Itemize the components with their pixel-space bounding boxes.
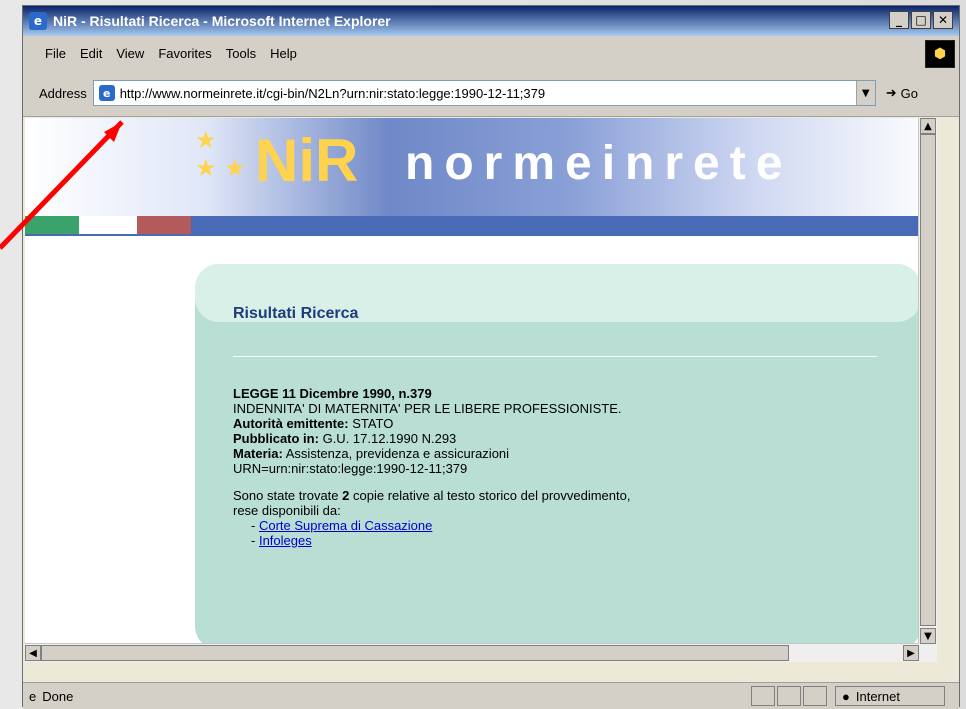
address-dropdown-button[interactable]: ▼ — [855, 81, 875, 105]
scroll-left-button[interactable]: ◀ — [25, 645, 41, 661]
menu-view[interactable]: View — [116, 46, 144, 61]
document-details: LEGGE 11 Dicembre 1990, n.379 INDENNITA'… — [233, 386, 630, 548]
flag-red — [137, 216, 191, 234]
vertical-scrollbar[interactable]: ▲ ▼ — [918, 118, 937, 662]
page-content: ★ ★ ★ NiR normeinrete Risultati Ricerca L… — [25, 118, 937, 662]
authority-row: Autorità emittente: STATO — [233, 416, 630, 431]
status-bar: e Done ● Internet — [23, 682, 959, 709]
ie-icon: e — [29, 12, 47, 30]
link-row: - Infoleges — [251, 533, 312, 548]
subject-label: Materia: — [233, 446, 283, 461]
browser-window: e NiR - Risultati Ricerca - Microsoft In… — [22, 5, 960, 709]
doc-title: LEGGE 11 Dicembre 1990, n.379 — [233, 386, 432, 401]
results-card: Risultati Ricerca LEGGE 11 Dicembre 1990… — [195, 264, 921, 650]
found-row: Sono state trovate 2 copie relative al t… — [233, 488, 630, 503]
vertical-scroll-thumb[interactable] — [920, 134, 936, 626]
address-input[interactable]: e http://www.normeinrete.it/cgi-bin/N2Ln… — [92, 80, 876, 106]
found-count: 2 — [342, 488, 350, 503]
urn: URN=urn:nir:stato:legge:1990-12-11;379 — [233, 461, 468, 476]
results-title: Risultati Ricerca — [233, 305, 359, 322]
maximize-button[interactable]: □ — [911, 11, 931, 29]
menu-tools[interactable]: Tools — [226, 46, 256, 61]
flag-green — [25, 216, 79, 234]
globe-icon: ● — [842, 688, 850, 704]
status-panes — [751, 686, 827, 706]
status-left: e Done — [29, 689, 73, 704]
menu-help[interactable]: Help — [270, 46, 297, 61]
divider — [233, 356, 877, 357]
window-controls: _ □ ✕ — [889, 11, 953, 29]
eu-stars-icon: ★ ★ ★ — [195, 126, 246, 182]
subject-value: Assistenza, previdenza e assicurazioni — [285, 446, 510, 461]
published-label: Pubblicato in: — [233, 431, 319, 446]
site-banner: ★ ★ ★ NiR normeinrete — [25, 118, 937, 236]
nir-logo: NiR — [255, 127, 359, 194]
security-zone: ● Internet — [835, 686, 945, 706]
menu-favorites[interactable]: Favorites — [158, 46, 211, 61]
normeinrete-logo-text: normeinrete — [405, 137, 793, 190]
doc-subtitle: INDENNITA' DI MATERNITA' PER LE LIBERE P… — [233, 401, 622, 416]
link-corte-suprema[interactable]: Corte Suprema di Cassazione — [259, 518, 432, 533]
horizontal-scroll-thumb[interactable] — [41, 645, 789, 661]
link-infoleges[interactable]: Infoleges — [259, 533, 312, 548]
found-text-1: Sono state trovate — [233, 488, 339, 503]
available-text: rese disponibili da: — [233, 503, 341, 518]
title-bar: e NiR - Risultati Ricerca - Microsoft In… — [23, 6, 959, 36]
minimize-button[interactable]: _ — [889, 11, 909, 29]
close-button[interactable]: ✕ — [933, 11, 953, 29]
status-pane — [803, 686, 827, 706]
window-title: NiR - Risultati Ricerca - Microsoft Inte… — [53, 13, 391, 29]
published-value: G.U. 17.12.1990 N.293 — [322, 431, 457, 446]
link-row: - Corte Suprema di Cassazione — [251, 518, 433, 533]
results-links: - Corte Suprema di Cassazione - Infolege… — [251, 518, 630, 548]
flag-white — [79, 216, 137, 234]
authority-value: STATO — [352, 416, 394, 431]
go-button[interactable]: ➜ Go — [886, 85, 918, 101]
scroll-down-button[interactable]: ▼ — [920, 628, 936, 644]
horizontal-scrollbar[interactable]: ◀ ▶ — [25, 643, 919, 662]
found-text-2: copie relative al testo storico del prov… — [353, 488, 631, 503]
windows-logo-icon: ⬢ — [925, 40, 955, 68]
status-pane — [751, 686, 775, 706]
authority-label: Autorità emittente: — [233, 416, 349, 431]
status-text: Done — [42, 688, 74, 704]
menu-file[interactable]: File — [45, 46, 66, 61]
scroll-up-button[interactable]: ▲ — [920, 118, 936, 134]
go-arrow-icon: ➜ — [885, 85, 897, 100]
page-icon: e — [98, 85, 115, 101]
address-label: Address — [39, 85, 87, 101]
page-icon: e — [29, 688, 37, 704]
menu-bar: File Edit View Favorites Tools Help ⬢ — [23, 36, 959, 71]
go-label: Go — [900, 85, 918, 101]
address-bar: Address e http://www.normeinrete.it/cgi-… — [23, 70, 959, 117]
published-row: Pubblicato in: G.U. 17.12.1990 N.293 — [233, 431, 630, 446]
status-pane — [777, 686, 801, 706]
scroll-right-button[interactable]: ▶ — [903, 645, 919, 661]
menu-edit[interactable]: Edit — [80, 46, 102, 61]
zone-text: Internet — [855, 688, 900, 704]
subject-row: Materia: Assistenza, previdenza e assicu… — [233, 446, 630, 461]
address-url: http://www.normeinrete.it/cgi-bin/N2Ln?u… — [119, 85, 546, 101]
